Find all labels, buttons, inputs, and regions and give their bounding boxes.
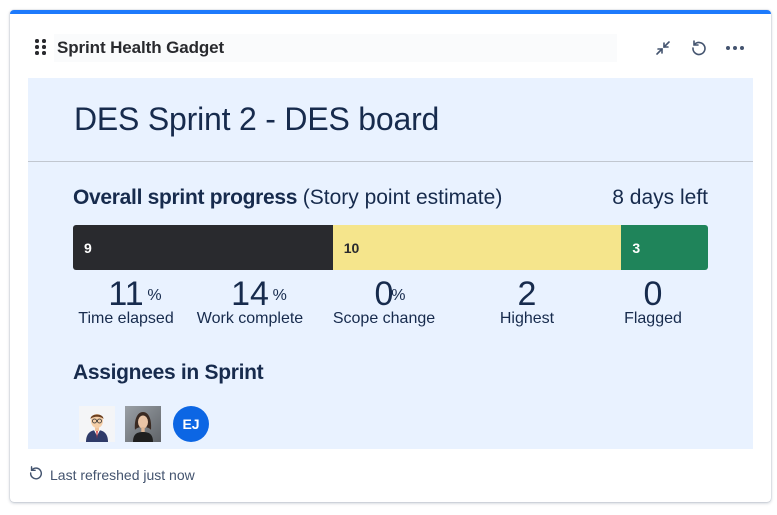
collapse-arrows-icon bbox=[654, 39, 672, 57]
metric-unit: % bbox=[272, 287, 287, 304]
segment-value: 10 bbox=[343, 239, 360, 256]
progress-label: Overall sprint progress bbox=[73, 186, 298, 209]
metric-highest: 2 Highest bbox=[462, 276, 592, 328]
progress-sublabel: (Story point estimate) bbox=[302, 186, 503, 209]
gadget-header: Sprint Health Gadget bbox=[10, 14, 771, 78]
gadget-title-field[interactable]: Sprint Health Gadget bbox=[54, 34, 617, 62]
last-refreshed: Last refreshed just now bbox=[28, 465, 195, 484]
sprint-name: DES Sprint 2 - DES board bbox=[74, 101, 440, 137]
progress-heading: Overall sprint progress (Story point est… bbox=[73, 186, 502, 210]
metric-unit: % bbox=[391, 287, 406, 304]
metric-value: 11 bbox=[108, 275, 144, 313]
more-horizontal-icon bbox=[725, 45, 745, 51]
sprint-progress-bar[interactable]: 9 10 3 bbox=[73, 225, 708, 270]
segment-value: 9 bbox=[84, 239, 92, 256]
segment-value: 3 bbox=[632, 239, 641, 256]
drag-handle-icon[interactable] bbox=[34, 38, 48, 56]
more-actions-button[interactable] bbox=[723, 36, 747, 60]
assignee-avatar-3[interactable]: EJ bbox=[173, 406, 209, 442]
gadget-content: DES Sprint 2 - DES board Overall sprint … bbox=[28, 78, 753, 449]
assignee-avatar-2[interactable] bbox=[125, 406, 161, 442]
metric-scope-change: 0% Scope change bbox=[319, 276, 449, 328]
metric-unit: % bbox=[147, 287, 162, 304]
minimize-button[interactable] bbox=[651, 36, 675, 60]
assignees-heading: Assignees in Sprint bbox=[73, 361, 264, 384]
sprint-health-gadget: Sprint Health Gadget DES Sprint 2 - DES … bbox=[10, 10, 771, 502]
metric-value: 2 bbox=[517, 275, 537, 313]
gadget-title: Sprint Health Gadget bbox=[57, 38, 225, 57]
metric-work-complete: 14% Work complete bbox=[185, 276, 315, 328]
refresh-icon bbox=[28, 465, 44, 484]
metric-flagged: 0 Flagged bbox=[588, 276, 718, 328]
progress-segment-done[interactable]: 3 bbox=[621, 225, 708, 270]
assignee-avatar-1[interactable] bbox=[79, 406, 115, 442]
progress-segment-in-progress[interactable]: 10 bbox=[332, 225, 622, 270]
avatar-initials: EJ bbox=[182, 416, 200, 432]
metric-value: 14 bbox=[231, 275, 269, 313]
days-left: 8 days left bbox=[612, 186, 708, 209]
refresh-icon bbox=[690, 39, 708, 57]
refresh-button[interactable] bbox=[687, 36, 711, 60]
metric-value: 0 bbox=[643, 275, 663, 313]
last-refreshed-text: Last refreshed just now bbox=[50, 466, 195, 483]
metric-time-elapsed: 11% Time elapsed bbox=[61, 276, 191, 328]
divider bbox=[28, 161, 753, 162]
progress-segment-todo[interactable]: 9 bbox=[73, 225, 333, 270]
